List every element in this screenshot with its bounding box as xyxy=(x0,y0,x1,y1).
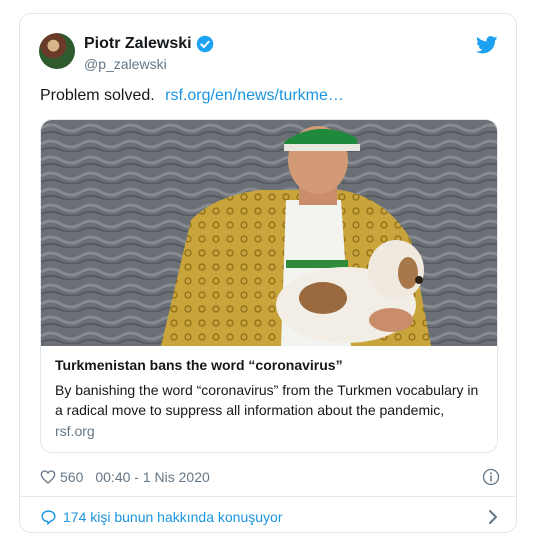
like-count[interactable]: 560 xyxy=(60,469,83,485)
tweet-timestamp[interactable]: 00:40 - 1 Nis 2020 xyxy=(95,469,209,485)
author-name[interactable]: Piotr Zalewski xyxy=(84,35,214,53)
divider xyxy=(20,496,516,497)
info-icon[interactable] xyxy=(482,468,500,486)
chevron-right-icon[interactable] xyxy=(486,509,500,525)
conversation-link[interactable]: 174 kişi bunun hakkında konuşuyor xyxy=(40,507,500,527)
verified-badge-icon xyxy=(196,35,213,53)
twitter-bird-icon[interactable] xyxy=(476,36,498,54)
conversation-text[interactable]: 174 kişi bunun hakkında konuşuyor xyxy=(63,509,282,525)
card-description: By banishing the word “coronavirus” from… xyxy=(55,382,479,418)
author-handle[interactable]: @p_zalewski xyxy=(84,56,167,72)
tweet-meta-row: 560 00:40 - 1 Nis 2020 xyxy=(40,467,500,487)
link-preview-card[interactable]: Turkmenistan bans the word “coronavirus”… xyxy=(40,119,498,453)
tweet-body: Problem solved. xyxy=(40,87,155,104)
comment-icon xyxy=(41,509,56,525)
tweet-card[interactable]: Piotr Zalewski @p_zalewski Problem solve… xyxy=(19,13,517,533)
tweet-link[interactable]: rsf.org/en/news/turkme… xyxy=(165,87,344,104)
card-image[interactable] xyxy=(41,120,497,346)
author-name-text[interactable]: Piotr Zalewski xyxy=(84,35,192,53)
avatar[interactable] xyxy=(39,33,75,69)
heart-icon[interactable] xyxy=(40,469,56,485)
tweet-text: Problem solved. rsf.org/en/news/turkme… xyxy=(40,87,344,105)
card-title[interactable]: Turkmenistan bans the word “coronavirus” xyxy=(55,357,343,373)
card-domain[interactable]: rsf.org xyxy=(55,423,95,439)
